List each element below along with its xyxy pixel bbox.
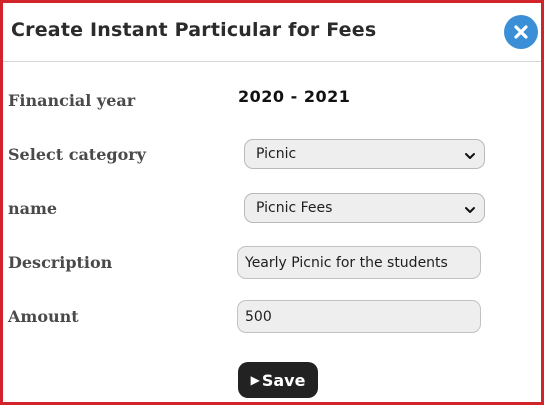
- financial-year-value: 2020 - 2021: [238, 87, 351, 106]
- name-select[interactable]: Picnic Fees: [244, 193, 485, 223]
- category-select[interactable]: Picnic: [244, 139, 485, 169]
- play-icon: ▶: [250, 373, 260, 387]
- category-label: Select category: [8, 145, 146, 164]
- close-icon: [513, 24, 529, 40]
- name-label: name: [8, 199, 58, 218]
- description-input[interactable]: Yearly Picnic for the students: [237, 246, 481, 279]
- amount-label: Amount: [8, 307, 79, 326]
- description-label: Description: [8, 253, 113, 272]
- chevron-down-icon: [464, 149, 476, 165]
- chevron-down-icon: [464, 203, 476, 219]
- header-divider: [3, 61, 541, 62]
- save-button-label: Save: [261, 370, 306, 390]
- name-selected-value: Picnic Fees: [256, 200, 333, 216]
- financial-year-label: Financial year: [8, 91, 136, 110]
- amount-input[interactable]: 500: [237, 300, 481, 333]
- save-button[interactable]: ▶ Save: [238, 362, 318, 398]
- create-particular-modal: Create Instant Particular for Fees Finan…: [0, 0, 544, 405]
- close-button[interactable]: [504, 15, 538, 49]
- category-selected-value: Picnic: [256, 146, 297, 162]
- modal-title: Create Instant Particular for Fees: [11, 19, 377, 41]
